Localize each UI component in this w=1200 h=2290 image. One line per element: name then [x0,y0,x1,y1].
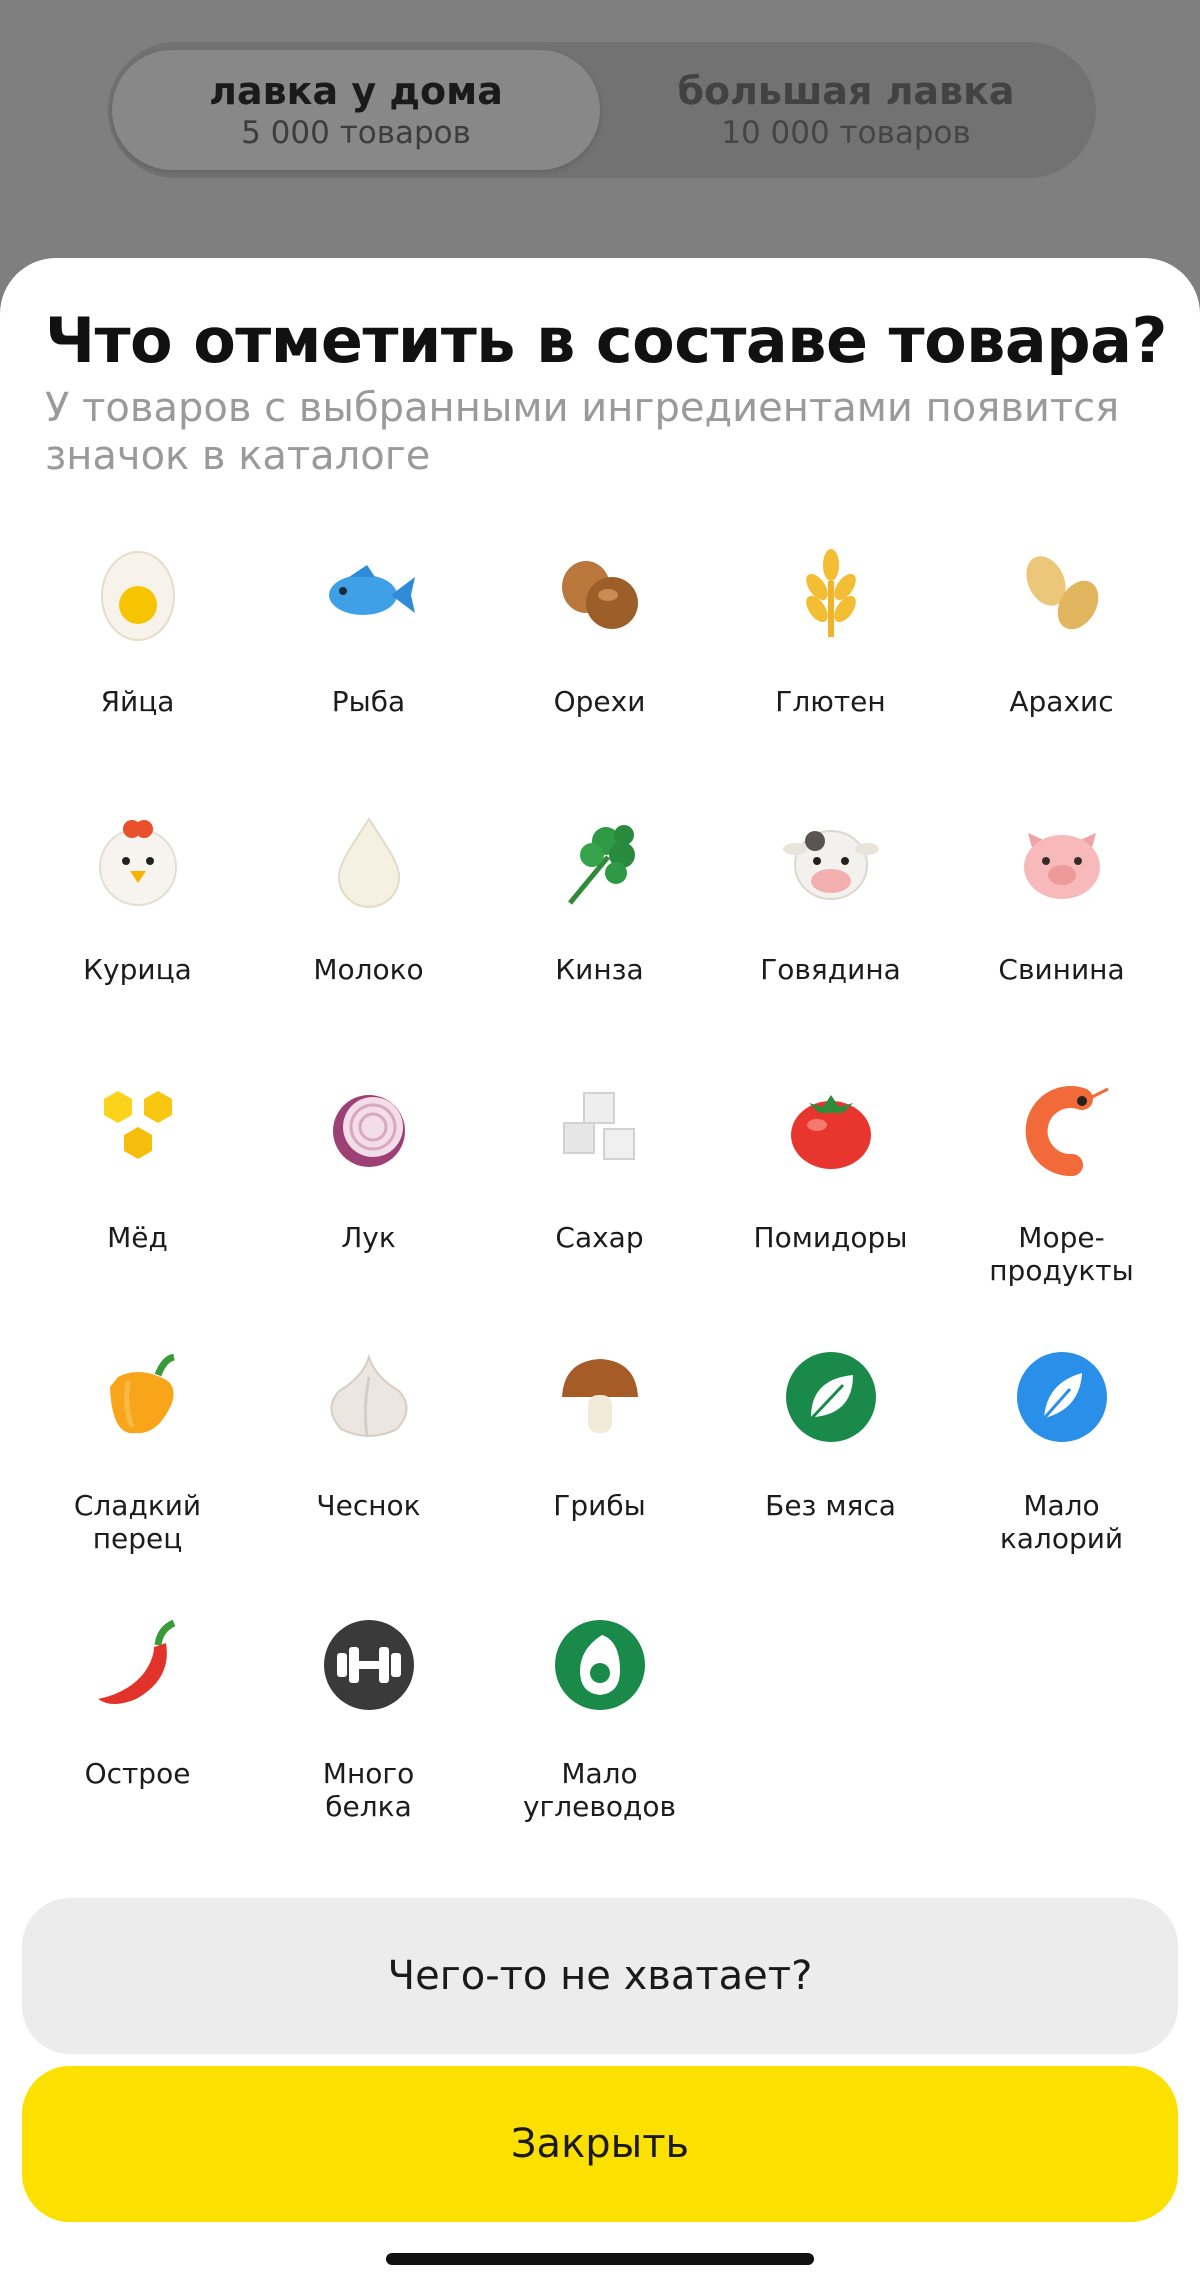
ingredient-label: Сладкий перец [73,1489,202,1555]
ingredient-label: Море- продукты [989,1221,1134,1287]
onion-icon [319,1079,419,1179]
tab-bolshaya-lavka[interactable]: большая лавка 10 000 товаров [602,50,1090,170]
ingredient-gluten[interactable]: Глютен [715,543,946,783]
ingredient-label: Чеснок [316,1489,421,1522]
ingredient-honey[interactable]: Мёд [22,1079,253,1319]
chili-icon [88,1615,188,1715]
fish-icon [319,543,419,643]
dumbbell-badge-icon [319,1615,419,1715]
tab-title: большая лавка [677,69,1015,113]
ingredient-label: Кинза [555,953,644,986]
tab-subtitle: 5 000 товаров [241,115,471,151]
tab-subtitle: 10 000 товаров [721,115,971,151]
home-indicator [386,2253,814,2265]
close-button[interactable]: Закрыть [22,2066,1178,2222]
ingredient-seafood[interactable]: Море- продукты [946,1079,1177,1319]
ingredient-label: Свинина [998,953,1125,986]
ingredient-label: Лук [341,1221,396,1254]
ingredient-garlic[interactable]: Чеснок [253,1347,484,1587]
ingredient-eggs[interactable]: Яйца [22,543,253,783]
ingredient-spicy[interactable]: Острое [22,1615,253,1855]
ingredient-label: Рыба [331,685,406,718]
ingredient-milk[interactable]: Молоко [253,811,484,1051]
nuts-icon [550,543,650,643]
ingredient-label: Много белка [322,1757,415,1823]
ingredient-beef[interactable]: Говядина [715,811,946,1051]
peanut-icon [1012,543,1112,643]
ingredient-pork[interactable]: Свинина [946,811,1177,1051]
ingredient-label: Сахар [555,1221,644,1254]
egg-icon [88,543,188,643]
ingredient-low-calorie[interactable]: Мало калорий [946,1347,1177,1587]
ingredient-label: Молоко [313,953,424,986]
store-switch: лавка у дома 5 000 товаров большая лавка… [108,42,1096,178]
sugar-cubes-icon [550,1079,650,1179]
feather-badge-icon [1012,1347,1112,1447]
ingredient-label: Курица [83,953,192,986]
ingredient-label: Арахис [1009,685,1114,718]
ingredient-label: Глютен [775,685,886,718]
ingredient-peanut[interactable]: Арахис [946,543,1177,783]
tab-lavka-u-doma[interactable]: лавка у дома 5 000 товаров [112,50,600,170]
pig-icon [1012,811,1112,911]
cow-icon [781,811,881,911]
ingredient-fish[interactable]: Рыба [253,543,484,783]
garlic-icon [319,1347,419,1447]
ingredient-label: Говядина [760,953,901,986]
ingredient-label: Мёд [107,1221,168,1254]
ingredients-sheet: Что отметить в составе товара? У товаров… [0,258,1200,2290]
ingredient-label: Грибы [553,1489,646,1522]
ingredient-label: Помидоры [753,1221,908,1254]
ingredient-label: Мало углеводов [522,1757,677,1823]
ingredient-cilantro[interactable]: Кинза [484,811,715,1051]
ingredient-onion[interactable]: Лук [253,1079,484,1319]
ingredient-no-meat[interactable]: Без мяса [715,1347,946,1587]
missing-something-button[interactable]: Чего-то не хватает? [22,1898,1178,2054]
ingredient-mushrooms[interactable]: Грибы [484,1347,715,1587]
ingredient-label: Острое [84,1757,191,1790]
ingredient-low-carb[interactable]: Мало углеводов [484,1615,715,1855]
ingredient-nuts[interactable]: Орехи [484,543,715,783]
ingredient-high-protein[interactable]: Много белка [253,1615,484,1855]
mushroom-icon [550,1347,650,1447]
avocado-badge-icon [550,1615,650,1715]
honeycomb-icon [88,1079,188,1179]
bell-pepper-icon [88,1347,188,1447]
tomato-icon [781,1079,881,1179]
ingredient-sweet-pepper[interactable]: Сладкий перец [22,1347,253,1587]
ingredient-label: Мало калорий [999,1489,1124,1555]
cilantro-icon [550,811,650,911]
ingredient-chicken[interactable]: Курица [22,811,253,1051]
leaf-badge-icon [781,1347,881,1447]
wheat-icon [781,543,881,643]
tab-title: лавка у дома [209,69,503,113]
milk-drop-icon [319,811,419,911]
sheet-subtitle: У товаров с выбранными ингредиентами поя… [45,385,1120,479]
shrimp-icon [1012,1079,1112,1179]
sheet-title: Что отметить в составе товара? [45,304,1167,377]
ingredient-tomatoes[interactable]: Помидоры [715,1079,946,1319]
ingredient-label: Яйца [100,685,175,718]
ingredient-sugar[interactable]: Сахар [484,1079,715,1319]
ingredient-label: Без мяса [765,1489,896,1522]
chicken-icon [88,811,188,911]
ingredient-label: Орехи [553,685,646,718]
